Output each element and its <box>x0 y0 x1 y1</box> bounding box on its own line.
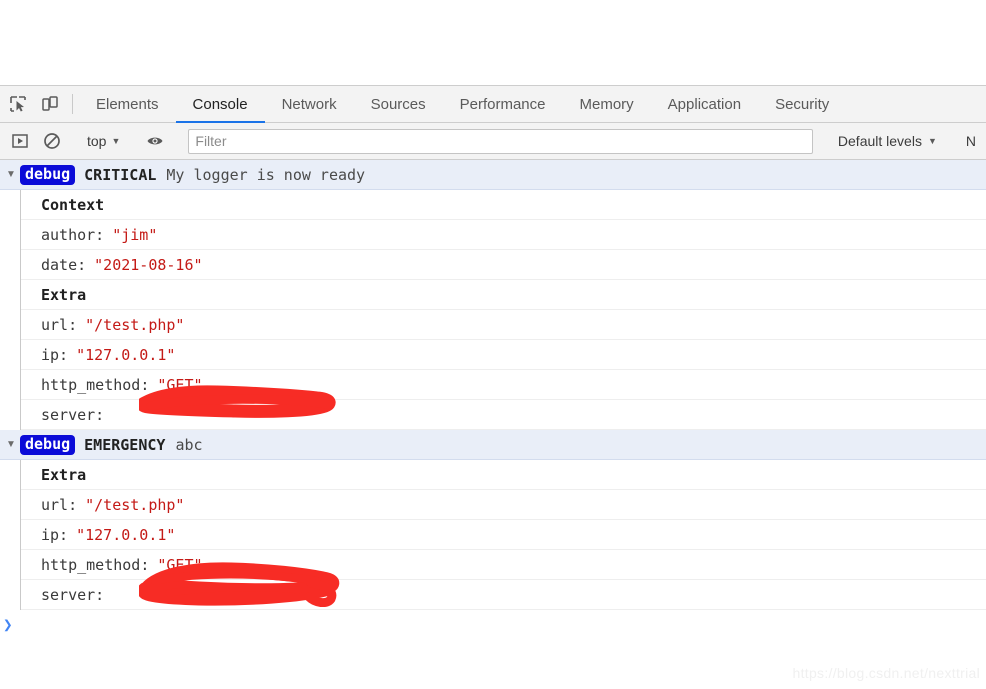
detail-section-header: Extra <box>21 460 986 490</box>
detail-value: "127.0.0.1" <box>76 345 176 364</box>
tab-elements[interactable]: Elements <box>79 86 176 122</box>
toolbar-divider <box>72 94 73 114</box>
log-level-label: CRITICAL <box>84 165 157 184</box>
log-entry-header[interactable]: ▼ debug EMERGENCY abc <box>0 430 986 460</box>
execution-context-selector[interactable]: top ▼ <box>81 133 126 149</box>
tab-application[interactable]: Application <box>651 86 758 122</box>
detail-value: "2021-08-16" <box>94 255 203 274</box>
tab-security[interactable]: Security <box>758 86 846 122</box>
detail-key: ip: <box>41 345 69 364</box>
execution-context-label: top <box>87 133 107 149</box>
log-entry-header[interactable]: ▼ debug CRITICAL My logger is now ready <box>0 160 986 190</box>
detail-value: " <box>286 405 296 424</box>
prompt-chevron-icon: ❯ <box>3 615 13 634</box>
tab-label: Memory <box>579 95 634 113</box>
console-log-entry: ▼ debug EMERGENCY abc Extra url: "/test.… <box>0 430 986 610</box>
chevron-down-icon: ▼ <box>927 135 937 146</box>
tab-label: Elements <box>96 95 159 113</box>
detail-key: http_method: <box>41 375 150 394</box>
detail-key: author: <box>41 225 105 244</box>
detail-row: author: "jim" <box>21 220 986 250</box>
detail-value: "GET" <box>157 555 203 574</box>
log-entry-detail: Extra url: "/test.php" ip: "127.0.0.1" h… <box>20 460 986 610</box>
console-output: ▼ debug CRITICAL My logger is now ready … <box>0 160 986 689</box>
detail-value: "jim" <box>112 225 158 244</box>
tab-memory[interactable]: Memory <box>563 86 651 122</box>
devtools-panel: Elements Console Network Sources Perform… <box>0 85 986 689</box>
detail-key: server: <box>41 405 105 424</box>
log-message: abc <box>175 435 203 454</box>
screenshot-root: Elements Console Network Sources Perform… <box>0 0 986 689</box>
detail-row: date: "2021-08-16" <box>21 250 986 280</box>
detail-value: "127.0.0.1" <box>76 525 176 544</box>
tab-performance[interactable]: Performance <box>443 86 563 122</box>
log-levels-label: Default levels <box>837 133 922 149</box>
detail-key: server: <box>41 585 105 604</box>
page-viewport <box>0 0 986 85</box>
log-entry-detail: Context author: "jim" date: "2021-08-16"… <box>20 190 986 430</box>
detail-row: http_method: "GET" <box>21 550 986 580</box>
detail-value: "/test.php" <box>85 315 185 334</box>
detail-row-redacted: server: " <box>21 385 986 430</box>
log-level-label: EMERGENCY <box>84 435 166 454</box>
watermark: https://blog.csdn.net/nexttrial <box>792 665 980 681</box>
section-title: Extra <box>41 465 87 484</box>
detail-section-header: Extra <box>21 280 986 310</box>
detail-key: date: <box>41 255 87 274</box>
console-prompt[interactable]: ❯ <box>0 610 986 640</box>
section-title: Extra <box>41 285 87 304</box>
section-title: Context <box>41 195 105 214</box>
detail-row: ip: "127.0.0.1" <box>21 520 986 550</box>
devtools-tabs: Elements Console Network Sources Perform… <box>79 86 846 123</box>
tab-console[interactable]: Console <box>175 86 265 123</box>
detail-key: url: <box>41 315 78 334</box>
tab-label: Console <box>192 95 248 113</box>
log-message: My logger is now ready <box>166 165 366 184</box>
detail-row: url: "/test.php" <box>21 490 986 520</box>
log-source-badge: debug <box>20 164 76 185</box>
tab-label: Network <box>281 95 337 113</box>
tab-label: Application <box>667 95 742 113</box>
clear-console-icon[interactable] <box>36 131 68 151</box>
tab-label: Sources <box>370 95 426 113</box>
devtools-tabstrip: Elements Console Network Sources Perform… <box>0 86 986 123</box>
console-toolbar: top ▼ Default levels ▼ N <box>0 123 986 160</box>
filter-input[interactable] <box>188 128 813 154</box>
detail-key: url: <box>41 495 78 514</box>
inspect-element-icon[interactable] <box>2 86 34 122</box>
execute-snippet-icon[interactable] <box>4 131 36 151</box>
tab-sources[interactable]: Sources <box>354 86 443 122</box>
expand-twisty-icon[interactable]: ▼ <box>2 439 20 450</box>
detail-row: http_method: "GET" <box>21 370 986 400</box>
expand-twisty-icon[interactable]: ▼ <box>2 169 20 180</box>
detail-row: url: "/test.php" <box>21 310 986 340</box>
console-log-entry: ▼ debug CRITICAL My logger is now ready … <box>0 160 986 430</box>
detail-value: "GET" <box>157 375 203 394</box>
detail-value: " <box>292 585 302 604</box>
log-levels-dropdown[interactable]: Default levels ▼ <box>830 133 945 149</box>
tab-label: Performance <box>459 95 546 113</box>
device-toolbar-icon[interactable] <box>34 86 66 122</box>
detail-row-redacted: server: " <box>21 562 986 610</box>
detail-row: ip: "127.0.0.1" <box>21 340 986 370</box>
tab-label: Security <box>775 95 830 113</box>
chevron-down-icon: ▼ <box>111 135 121 146</box>
tab-network[interactable]: Network <box>265 86 354 122</box>
detail-value: "/test.php" <box>85 495 185 514</box>
detail-key: http_method: <box>41 555 150 574</box>
detail-section-header: Context <box>21 190 986 220</box>
detail-key: ip: <box>41 525 69 544</box>
live-expression-icon[interactable] <box>139 131 171 151</box>
issues-indicator[interactable]: N <box>958 133 984 149</box>
log-source-badge: debug <box>20 434 76 455</box>
